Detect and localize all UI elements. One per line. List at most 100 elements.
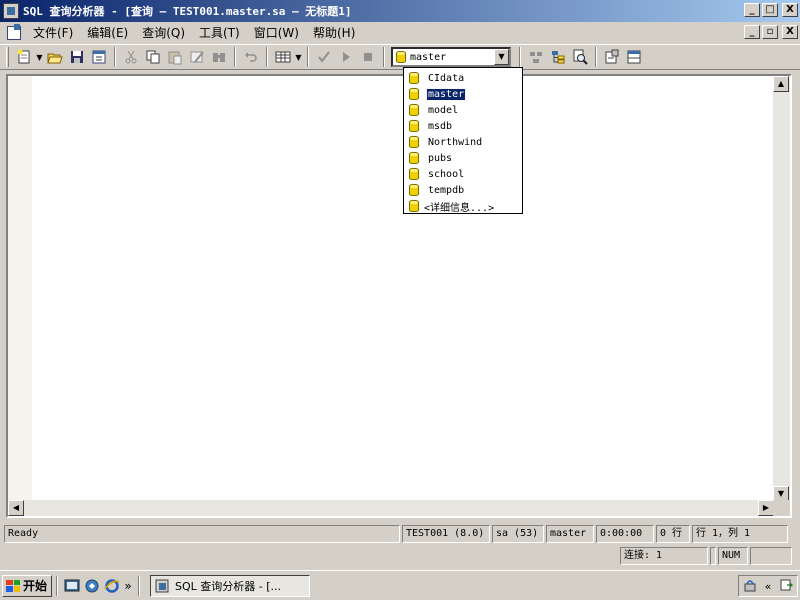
estimated-plan-icon[interactable] bbox=[525, 46, 547, 68]
menu-tools[interactable]: 工具(T) bbox=[192, 24, 247, 41]
mdi-close-button[interactable]: X bbox=[782, 25, 798, 39]
scrollbar-corner bbox=[773, 500, 790, 516]
results-grid-icon[interactable] bbox=[272, 46, 294, 68]
close-button[interactable]: X bbox=[782, 3, 798, 17]
database-icon bbox=[409, 120, 419, 132]
status-connections: 连接: 1 bbox=[620, 547, 708, 565]
execute-icon[interactable] bbox=[335, 46, 357, 68]
paste-icon[interactable] bbox=[164, 46, 186, 68]
list-item[interactable]: model bbox=[404, 102, 522, 118]
database-icon bbox=[409, 168, 419, 180]
taskbar: 开始 » SQL 查询分析器 - [... « bbox=[0, 570, 800, 600]
minimize-button[interactable]: _ bbox=[744, 3, 760, 17]
toolbar: ▼ ▼ master ▼ bbox=[0, 44, 800, 70]
mdi-restore-button[interactable]: ▫ bbox=[762, 25, 778, 39]
mdi-minimize-button[interactable]: _ bbox=[744, 25, 760, 39]
toolbar-separator bbox=[234, 47, 236, 67]
query-analyzer-icon bbox=[155, 579, 169, 592]
document-icon[interactable] bbox=[6, 24, 22, 40]
list-item[interactable]: school bbox=[404, 166, 522, 182]
list-item-more-details[interactable]: <详细信息...> bbox=[404, 198, 522, 214]
tray-chevron[interactable]: « bbox=[765, 580, 772, 593]
save-icon[interactable] bbox=[66, 46, 88, 68]
find-icon[interactable] bbox=[208, 46, 230, 68]
database-select[interactable]: master ▼ bbox=[391, 47, 511, 67]
horizontal-scrollbar[interactable]: ◀ ▶ bbox=[8, 500, 774, 516]
database-dropdown-list: CIdata master model msdb Northwind pubs … bbox=[403, 67, 523, 214]
status-blank-3 bbox=[750, 547, 792, 565]
cut-icon[interactable] bbox=[120, 46, 142, 68]
status-database: master bbox=[546, 525, 594, 543]
database-icon bbox=[409, 88, 419, 100]
chevron-down-icon[interactable]: ▼ bbox=[494, 49, 509, 65]
object-search-icon[interactable] bbox=[569, 46, 591, 68]
menu-bar: 文件(F) 编辑(E) 查询(Q) 工具(T) 窗口(W) 帮助(H) _ ▫ … bbox=[0, 22, 800, 42]
sql-service-icon[interactable] bbox=[743, 578, 757, 595]
database-icon bbox=[409, 136, 419, 148]
status-rows: 0 行 bbox=[656, 525, 690, 543]
undo-icon[interactable] bbox=[240, 46, 262, 68]
list-item[interactable]: CIdata bbox=[404, 70, 522, 86]
toolbar-separator bbox=[266, 47, 268, 67]
start-label: 开始 bbox=[23, 579, 48, 593]
menu-file[interactable]: 文件(F) bbox=[26, 24, 80, 41]
new-query-icon[interactable] bbox=[13, 46, 35, 68]
current-connection-icon[interactable] bbox=[601, 46, 623, 68]
status-bar: Ready TEST001 (8.0) sa (53) master 0:00:… bbox=[4, 525, 796, 545]
copy-icon[interactable] bbox=[142, 46, 164, 68]
quick-launch-app-icon[interactable] bbox=[82, 576, 102, 596]
scroll-up-icon[interactable]: ▲ bbox=[773, 76, 789, 92]
list-item[interactable]: Northwind bbox=[404, 134, 522, 150]
status-user: sa (53) bbox=[492, 525, 544, 543]
status-ready: Ready bbox=[4, 525, 400, 543]
taskbar-separator bbox=[56, 575, 58, 596]
status-bar-secondary: 连接: 1 NUM bbox=[4, 547, 796, 567]
network-icon[interactable] bbox=[779, 578, 794, 595]
scroll-right-icon[interactable]: ▶ bbox=[758, 500, 774, 516]
toolbar-separator bbox=[307, 47, 309, 67]
app-icon[interactable] bbox=[3, 3, 19, 19]
start-button[interactable]: 开始 bbox=[2, 574, 52, 597]
menu-query[interactable]: 查询(Q) bbox=[135, 24, 192, 41]
database-icon bbox=[396, 51, 406, 63]
query-editor[interactable]: ▲ ▼ ◀ ▶ bbox=[6, 74, 792, 518]
toolbar-grip[interactable] bbox=[6, 47, 9, 67]
clear-window-icon[interactable] bbox=[186, 46, 208, 68]
menu-edit[interactable]: 编辑(E) bbox=[80, 24, 135, 41]
open-icon[interactable] bbox=[44, 46, 66, 68]
vertical-scrollbar[interactable]: ▲ ▼ bbox=[773, 76, 790, 502]
insert-template-icon[interactable] bbox=[88, 46, 110, 68]
results-dropdown-icon[interactable]: ▼ bbox=[294, 53, 303, 62]
editor-gutter bbox=[8, 76, 32, 502]
status-server: TEST001 (8.0) bbox=[402, 525, 490, 543]
database-icon bbox=[409, 72, 419, 84]
toolbar-separator bbox=[595, 47, 597, 67]
list-item[interactable]: msdb bbox=[404, 118, 522, 134]
internet-explorer-icon[interactable] bbox=[102, 576, 122, 596]
window-controls: _ □ X bbox=[744, 3, 798, 17]
show-results-pane-icon[interactable] bbox=[623, 46, 645, 68]
title-bar[interactable]: SQL 查询分析器 - [查询 — TEST001.master.sa — 无标… bbox=[0, 0, 800, 22]
taskbar-item-query-analyzer[interactable]: SQL 查询分析器 - [... bbox=[150, 574, 310, 597]
parse-query-icon[interactable] bbox=[313, 46, 335, 68]
toolbar-separator bbox=[114, 47, 116, 67]
window-title: SQL 查询分析器 - [查询 — TEST001.master.sa — 无标… bbox=[23, 5, 352, 18]
taskbar-item-label: SQL 查询分析器 - [... bbox=[175, 579, 282, 593]
list-item[interactable]: master bbox=[404, 86, 522, 102]
show-desktop-icon[interactable] bbox=[62, 576, 82, 596]
object-browser-icon[interactable] bbox=[547, 46, 569, 68]
list-item[interactable]: tempdb bbox=[404, 182, 522, 198]
status-elapsed: 0:00:00 bbox=[596, 525, 654, 543]
database-icon bbox=[409, 152, 419, 164]
list-item[interactable]: pubs bbox=[404, 150, 522, 166]
status-num: NUM bbox=[718, 547, 748, 565]
menu-window[interactable]: 窗口(W) bbox=[247, 24, 306, 41]
cancel-execution-icon[interactable] bbox=[357, 46, 379, 68]
windows-logo-icon bbox=[6, 579, 20, 592]
new-query-dropdown-icon[interactable]: ▼ bbox=[35, 53, 44, 62]
quick-launch-chevron[interactable]: » bbox=[122, 576, 134, 596]
scroll-left-icon[interactable]: ◀ bbox=[8, 500, 24, 516]
menu-help[interactable]: 帮助(H) bbox=[306, 24, 362, 41]
maximize-button[interactable]: □ bbox=[762, 3, 778, 17]
mdi-controls: _ ▫ X bbox=[744, 25, 798, 39]
